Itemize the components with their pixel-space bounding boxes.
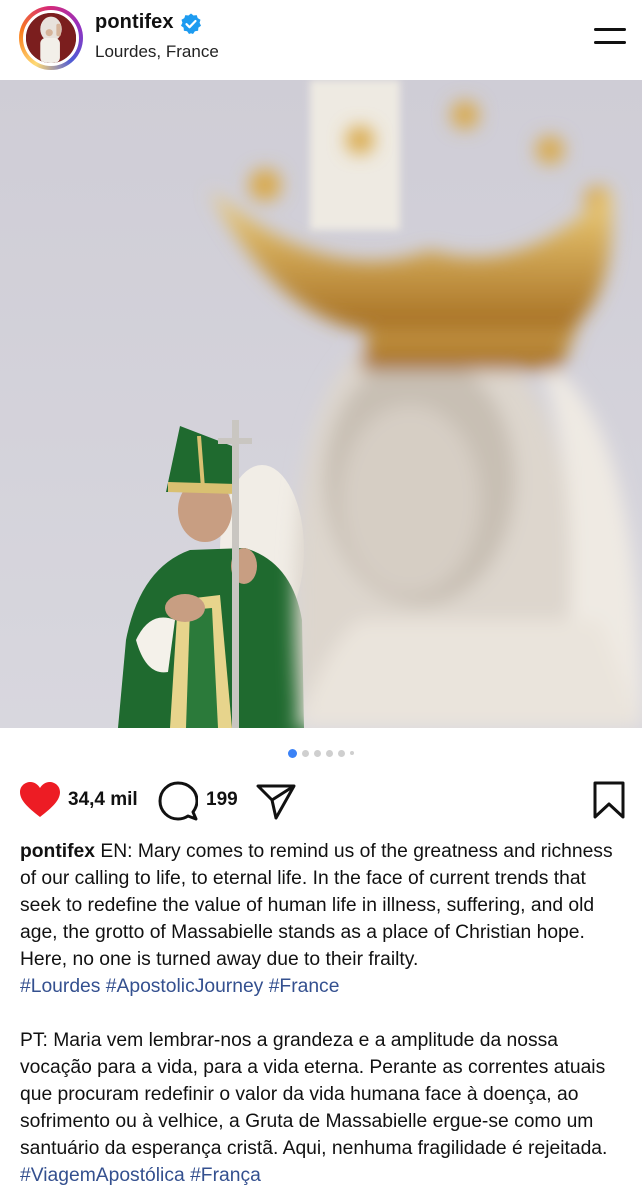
verified-badge-icon <box>181 13 201 34</box>
hashtag-link[interactable]: #França <box>190 1165 261 1186</box>
photo-icon <box>0 80 642 728</box>
username[interactable]: pontifex <box>95 11 174 34</box>
caption-en-text: EN: Mary comes to remind us of the great… <box>20 841 613 970</box>
carousel-dot[interactable] <box>314 749 321 757</box>
heart-icon[interactable] <box>19 781 61 819</box>
carousel-dot-active[interactable] <box>288 748 297 758</box>
send-icon[interactable] <box>256 783 296 821</box>
carousel-dot[interactable] <box>338 749 345 757</box>
post-header: pontifex Lourdes, France <box>0 0 642 80</box>
profile-avatar-icon <box>23 10 79 66</box>
hashtag-link[interactable]: #France <box>269 976 340 997</box>
comment-icon[interactable] <box>158 781 198 821</box>
hashtag-link[interactable]: #ViagemApostólica <box>20 1165 185 1186</box>
caption-en: pontifex EN: Mary comes to remind us of … <box>20 838 628 1000</box>
comment-count[interactable]: 199 <box>206 789 238 811</box>
menu-line-icon <box>594 28 626 31</box>
caption-pt: PT: Maria vem lembrar-nos a grandeza e a… <box>20 1027 628 1189</box>
hashtag-link[interactable]: #Lourdes <box>20 976 100 997</box>
like-count[interactable]: 34,4 mil <box>68 789 138 811</box>
location-label[interactable]: Lourdes, France <box>95 42 219 62</box>
post-image[interactable] <box>0 80 642 728</box>
carousel-dot[interactable] <box>350 751 354 755</box>
menu-line-icon <box>594 41 626 44</box>
hashtag-link[interactable]: #ApostolicJourney <box>106 976 264 997</box>
carousel-dot[interactable] <box>326 749 333 757</box>
action-bar: 34,4 mil 199 <box>0 775 642 825</box>
avatar[interactable] <box>19 6 83 70</box>
carousel-dot[interactable] <box>302 749 309 757</box>
carousel-indicator[interactable] <box>0 746 642 760</box>
caption-pt-text: PT: Maria vem lembrar-nos a grandeza e a… <box>20 1030 608 1159</box>
bookmark-icon[interactable] <box>592 780 626 820</box>
caption-username[interactable]: pontifex <box>20 841 95 862</box>
post-caption: pontifex EN: Mary comes to remind us of … <box>20 838 628 1189</box>
menu-button[interactable] <box>590 24 630 52</box>
